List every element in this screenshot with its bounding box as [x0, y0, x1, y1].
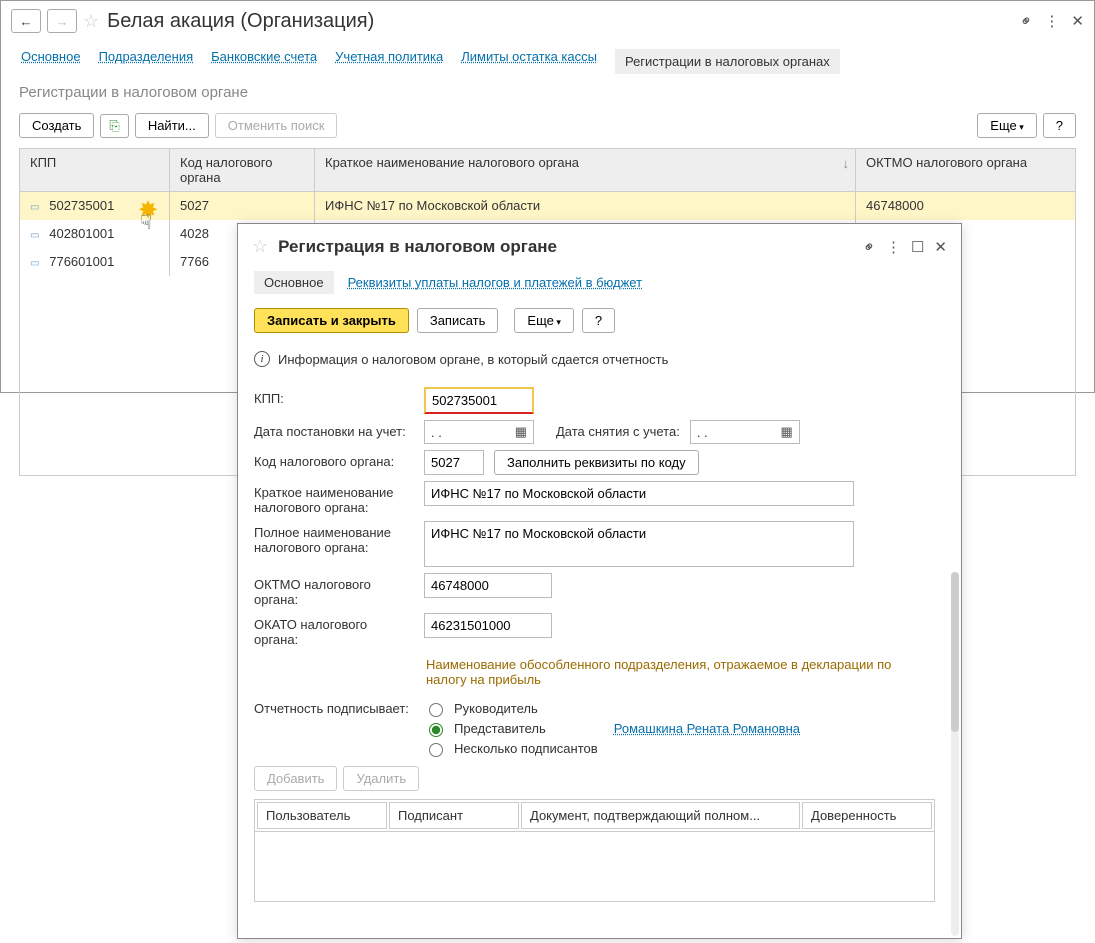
- col-signer[interactable]: Подписант: [389, 802, 519, 829]
- scrollbar[interactable]: [951, 572, 959, 936]
- full-name-input[interactable]: [424, 521, 854, 567]
- dialog-more-button[interactable]: Еще: [514, 308, 573, 333]
- dialog-tab-main[interactable]: Основное: [254, 271, 334, 294]
- table-row[interactable]: ▭ 502735001 5027 ИФНС №17 по Московской …: [20, 192, 1076, 220]
- okato-label: ОКАТО налогового органа:: [254, 613, 414, 647]
- col-shortname[interactable]: Краткое наименование налогового органа ↓: [315, 149, 856, 192]
- close-icon[interactable]: ✕: [1071, 12, 1084, 30]
- page-title: Белая акация (Организация): [107, 10, 374, 33]
- dereg-date-input[interactable]: . . ▦: [690, 420, 800, 444]
- col-code[interactable]: Код налогового органа: [170, 149, 315, 192]
- scrollbar-thumb[interactable]: [951, 572, 959, 732]
- signers-table-body: [254, 832, 935, 902]
- reg-date-input[interactable]: . . ▦: [424, 420, 534, 444]
- row-icon: ▭: [30, 230, 42, 241]
- short-name-label: Краткое наименование налогового органа:: [254, 481, 414, 515]
- info-icon: i: [254, 351, 270, 367]
- note-text: Наименование обособленного подразделения…: [426, 653, 935, 691]
- tab-policy[interactable]: Учетная политика: [335, 49, 443, 74]
- save-close-button[interactable]: Записать и закрыть: [254, 308, 409, 333]
- cell-kpp: 402801001: [49, 226, 114, 241]
- reg-date-label: Дата постановки на учет:: [254, 420, 414, 439]
- col-shortname-label: Краткое наименование налогового органа: [325, 155, 579, 170]
- dialog-title: Регистрация в налоговом органе: [278, 237, 557, 257]
- cell-kpp: 776601001: [49, 254, 114, 269]
- favorite-star-icon[interactable]: ☆: [83, 11, 99, 32]
- oktmo-input[interactable]: [424, 573, 552, 598]
- fill-by-code-button[interactable]: Заполнить реквизиты по коду: [494, 450, 699, 475]
- signer-label: Отчетность подписывает:: [254, 697, 414, 716]
- col-oktmo[interactable]: ОКТМО налогового органа: [856, 149, 1076, 192]
- sort-down-icon: ↓: [843, 156, 850, 171]
- dereg-date-value: . .: [697, 425, 708, 440]
- col-doc[interactable]: Документ, подтверждающий полном...: [521, 802, 800, 829]
- row-icon: ▭: [30, 202, 42, 213]
- more-button[interactable]: Еще: [977, 113, 1036, 138]
- signer-rep-radio[interactable]: [429, 723, 443, 737]
- calendar-icon[interactable]: ▦: [781, 424, 793, 440]
- create-button[interactable]: Создать: [19, 113, 94, 138]
- tab-departments[interactable]: Подразделения: [99, 49, 194, 74]
- col-kpp[interactable]: КПП: [20, 149, 170, 192]
- registration-dialog: ☆ Регистрация в налоговом органе ⚭ ⋮ ☐ ✕…: [237, 223, 962, 939]
- reg-date-value: . .: [431, 425, 442, 440]
- cell-code: 5027: [170, 192, 315, 220]
- signer-head-label: Руководитель: [454, 701, 538, 716]
- okato-input[interactable]: [424, 613, 552, 638]
- tab-bank[interactable]: Банковские счета: [211, 49, 317, 74]
- dereg-date-label: Дата снятия с учета:: [556, 420, 680, 439]
- short-name-input[interactable]: [424, 481, 854, 506]
- code-label: Код налогового органа:: [254, 450, 414, 469]
- dialog-close-icon[interactable]: ✕: [934, 238, 947, 256]
- cell-shortname: ИФНС №17 по Московской области: [315, 192, 856, 220]
- info-text: Информация о налоговом органе, в который…: [278, 352, 668, 367]
- delete-button: Удалить: [343, 766, 419, 791]
- cancel-search-button: Отменить поиск: [215, 113, 338, 138]
- tab-limits[interactable]: Лимиты остатка кассы: [461, 49, 597, 74]
- dialog-maximize-icon[interactable]: ☐: [911, 238, 924, 256]
- cell-kpp: 502735001: [49, 198, 114, 213]
- dialog-help-button[interactable]: ?: [582, 308, 615, 333]
- dialog-star-icon[interactable]: ☆: [252, 236, 268, 257]
- dialog-kebab-icon[interactable]: ⋮: [886, 238, 901, 256]
- forward-button[interactable]: →: [47, 9, 77, 33]
- find-button[interactable]: Найти...: [135, 113, 209, 138]
- signer-many-radio[interactable]: [429, 743, 443, 757]
- cell-oktmo: 46748000: [856, 192, 1076, 220]
- oktmo-label: ОКТМО налогового органа:: [254, 573, 414, 607]
- tab-main[interactable]: Основное: [21, 49, 81, 74]
- signer-many-label: Несколько подписантов: [454, 741, 598, 756]
- calendar-icon[interactable]: ▦: [515, 424, 527, 440]
- full-name-label: Полное наименование налогового органа:: [254, 521, 414, 555]
- help-button[interactable]: ?: [1043, 113, 1076, 138]
- dialog-link-icon[interactable]: ⚭: [859, 236, 881, 258]
- signers-table: Пользователь Подписант Документ, подтвер…: [254, 799, 935, 832]
- col-auth[interactable]: Доверенность: [802, 802, 932, 829]
- signer-head-radio[interactable]: [429, 703, 443, 717]
- kpp-input[interactable]: [424, 387, 534, 414]
- row-icon: ▭: [30, 258, 42, 269]
- copy-button[interactable]: ⎘: [100, 114, 128, 138]
- kpp-label: КПП:: [254, 387, 414, 406]
- back-button[interactable]: ←: [11, 9, 41, 33]
- add-button: Добавить: [254, 766, 337, 791]
- tab-registrations[interactable]: Регистрации в налоговых органах: [615, 49, 840, 74]
- col-user[interactable]: Пользователь: [257, 802, 387, 829]
- link-icon[interactable]: ⚭: [1015, 10, 1037, 32]
- section-title: Регистрации в налоговом органе: [1, 84, 1094, 107]
- kebab-menu-icon[interactable]: ⋮: [1044, 12, 1059, 30]
- save-button[interactable]: Записать: [417, 308, 499, 333]
- code-input[interactable]: [424, 450, 484, 475]
- dialog-tab-details[interactable]: Реквизиты уплаты налогов и платежей в бю…: [348, 275, 642, 290]
- signer-link[interactable]: Ромашкина Рената Романовна: [614, 721, 800, 736]
- signer-rep-label: Представитель: [454, 721, 546, 736]
